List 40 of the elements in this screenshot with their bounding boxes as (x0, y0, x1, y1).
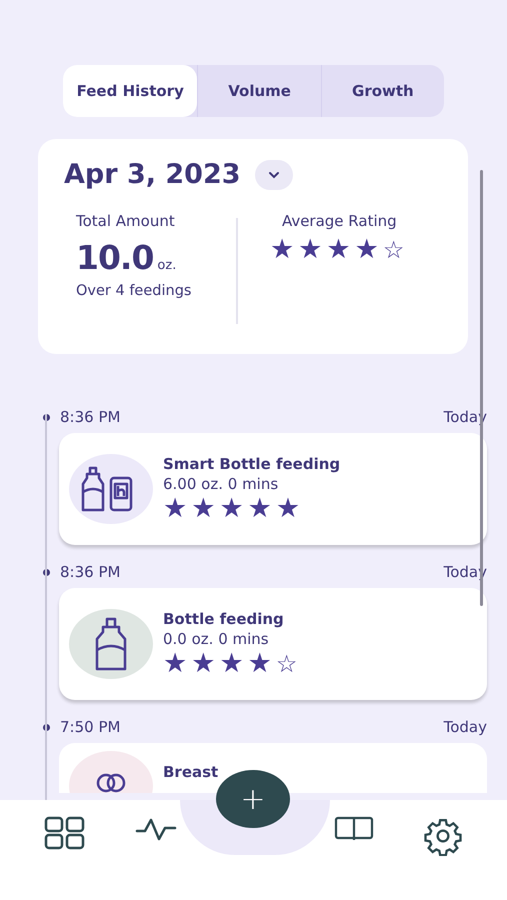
star-icon: ★ (219, 650, 244, 678)
star-icon: ★ (248, 650, 272, 678)
star-icon: ★ (163, 650, 188, 678)
star-icon: ☆ (382, 236, 404, 264)
star-icon: ★ (298, 236, 322, 264)
feeding-title: Bottle feeding (163, 610, 285, 628)
chevron-down-icon (266, 170, 281, 180)
star-icon: ★ (276, 495, 300, 523)
feeding-time: 7:50 PM (60, 718, 122, 736)
star-icon: ★ (248, 495, 272, 523)
book-icon[interactable] (334, 816, 374, 842)
stat-label: Total Amount (76, 212, 176, 230)
feeding-detail: 6.00 oz. 0 mins (163, 475, 280, 493)
tab[interactable]: Volume (197, 65, 321, 117)
star-icon: ★ (163, 495, 188, 523)
feeding-time: 8:36 PM (60, 408, 122, 426)
star-icon: ★ (326, 236, 351, 264)
settings-icon[interactable] (423, 816, 463, 856)
star-icon: ★ (219, 495, 244, 523)
star-icon: ★ (270, 236, 294, 264)
feeding-title: Smart Bottle feeding (163, 455, 340, 473)
total-amount: 10.0 (76, 238, 154, 277)
stat-label: Average Rating (282, 212, 398, 230)
star-icon: ☆ (276, 650, 298, 678)
tab[interactable]: Growth (320, 65, 444, 117)
unit-label: oz. (157, 258, 176, 273)
star-icon: ★ (354, 236, 379, 264)
activity-icon[interactable] (134, 816, 177, 842)
date-title: Apr 3, 2023 (64, 159, 241, 190)
feeding-day: Today (444, 718, 487, 736)
feeding-card[interactable]: Smart Bottle feeding 6.00 oz. 0 mins ★★★★★ (59, 433, 487, 545)
feedings-note: Over 4 feedings (76, 283, 192, 299)
feeding-card[interactable]: Bottle feeding 0.0 oz. 0 mins ★★★★☆ (59, 588, 487, 700)
star-icon: ★ (191, 495, 216, 523)
feeding-detail: 0.0 oz. 0 mins (163, 630, 270, 648)
dashboard-icon[interactable] (44, 816, 86, 850)
feeding-time: 8:36 PM (60, 563, 122, 581)
star-icon: ★ (191, 650, 216, 678)
feeding-title: Breast (163, 763, 218, 781)
tab[interactable]: Feed History (63, 65, 198, 117)
